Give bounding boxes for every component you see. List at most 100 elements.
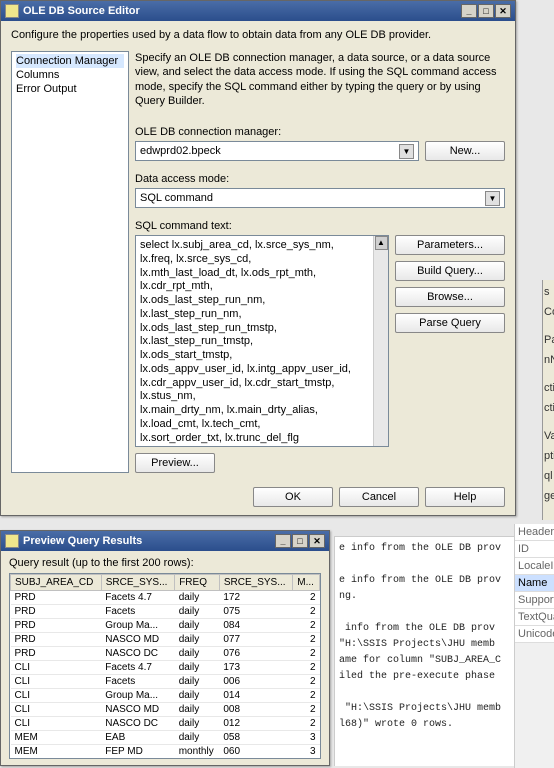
nav-connection-manager[interactable]: Connection Manager bbox=[16, 54, 124, 68]
column-header[interactable]: SRCE_SYS... bbox=[101, 575, 174, 591]
cell: NASCO MD bbox=[101, 703, 174, 717]
nav-columns[interactable]: Columns bbox=[16, 68, 124, 82]
table-row[interactable]: MEMFEP MDmonthly0603 bbox=[11, 745, 320, 759]
cell: 084 bbox=[219, 619, 292, 633]
new-button[interactable]: New... bbox=[425, 141, 505, 161]
maximize-button[interactable]: □ bbox=[292, 534, 308, 548]
parse-query-button[interactable]: Parse Query bbox=[395, 313, 505, 333]
ole-db-source-editor-window: OLE DB Source Editor _ □ ✕ Configure the… bbox=[0, 0, 516, 516]
cell: 2 bbox=[293, 591, 320, 605]
table-row[interactable]: CLINASCO DCdaily0122 bbox=[11, 717, 320, 731]
properties-panel: HeaderRIDLocaleIDNameSupportsTextQuaUnic… bbox=[514, 524, 554, 768]
cell: daily bbox=[175, 703, 220, 717]
vertical-scrollbar[interactable]: ▲ bbox=[373, 236, 388, 446]
parameters-button[interactable]: Parameters... bbox=[395, 235, 505, 255]
minimize-button[interactable]: _ bbox=[461, 4, 477, 18]
cell: PRD bbox=[11, 619, 102, 633]
minimize-button[interactable]: _ bbox=[275, 534, 291, 548]
cell: Facets bbox=[101, 675, 174, 689]
preview-button[interactable]: Preview... bbox=[135, 453, 215, 473]
cell: EAB bbox=[101, 731, 174, 745]
property-row[interactable]: Unicode bbox=[515, 626, 554, 643]
chevron-down-icon[interactable]: ▼ bbox=[399, 144, 414, 159]
property-row[interactable]: Name bbox=[515, 575, 554, 592]
cell: 063 bbox=[219, 759, 292, 760]
property-row[interactable]: LocaleID bbox=[515, 558, 554, 575]
conn-manager-combo[interactable]: edwprd02.bpeck ▼ bbox=[135, 141, 419, 161]
results-grid[interactable]: SUBJ_AREA_CDSRCE_SYS...FREQSRCE_SYS...M.… bbox=[9, 573, 321, 759]
conn-manager-value: edwprd02.bpeck bbox=[140, 145, 399, 157]
cell: daily bbox=[175, 633, 220, 647]
titlebar[interactable]: Preview Query Results _ □ ✕ bbox=[1, 531, 329, 551]
cell: MEM bbox=[11, 731, 102, 745]
table-row[interactable]: PRDNASCO DCdaily0762 bbox=[11, 647, 320, 661]
column-header[interactable]: SRCE_SYS... bbox=[219, 575, 292, 591]
results-table: SUBJ_AREA_CDSRCE_SYS...FREQSRCE_SYS...M.… bbox=[10, 574, 320, 759]
cell: CLI bbox=[11, 689, 102, 703]
table-row[interactable]: MEMEABdaily0583 bbox=[11, 731, 320, 745]
property-row[interactable]: HeaderR bbox=[515, 524, 554, 541]
cell: Facets 4.7 bbox=[101, 661, 174, 675]
app-icon bbox=[5, 4, 19, 18]
ok-button[interactable]: OK bbox=[253, 487, 333, 507]
cell: FEP MD bbox=[101, 745, 174, 759]
table-row[interactable]: PRDNASCO MDdaily0772 bbox=[11, 633, 320, 647]
cell: daily bbox=[175, 717, 220, 731]
cell: PRD bbox=[11, 605, 102, 619]
property-row[interactable]: ID bbox=[515, 541, 554, 558]
column-header[interactable]: M... bbox=[293, 575, 320, 591]
preview-query-results-window: Preview Query Results _ □ ✕ Query result… bbox=[0, 530, 330, 766]
table-row[interactable]: PRDFacets 4.7daily1722 bbox=[11, 591, 320, 605]
cell: 173 bbox=[219, 661, 292, 675]
cancel-button[interactable]: Cancel bbox=[339, 487, 419, 507]
cell: 2 bbox=[293, 605, 320, 619]
cell: daily bbox=[175, 619, 220, 633]
table-row[interactable]: PRDGroup Ma...daily0842 bbox=[11, 619, 320, 633]
scroll-up-icon[interactable]: ▲ bbox=[375, 236, 388, 250]
browse-button[interactable]: Browse... bbox=[395, 287, 505, 307]
cell: CLI bbox=[11, 661, 102, 675]
column-header[interactable]: FREQ bbox=[175, 575, 220, 591]
cell: 075 bbox=[219, 605, 292, 619]
preview-rows-label: Query result (up to the first 200 rows): bbox=[9, 557, 321, 569]
cell: Facets bbox=[101, 605, 174, 619]
table-row[interactable]: CLINASCO MDdaily0082 bbox=[11, 703, 320, 717]
sql-command-textarea[interactable]: select lx.subj_area_cd, lx.srce_sys_nm, … bbox=[135, 235, 389, 447]
property-row[interactable]: Supports bbox=[515, 592, 554, 609]
cell: 014 bbox=[219, 689, 292, 703]
description-text: Specify an OLE DB connection manager, a … bbox=[135, 51, 505, 108]
cell: monthly bbox=[175, 745, 220, 759]
table-row[interactable]: CLIGroup Ma...daily0142 bbox=[11, 689, 320, 703]
column-header[interactable]: SUBJ_AREA_CD bbox=[11, 575, 102, 591]
cell: 006 bbox=[219, 675, 292, 689]
cell: daily bbox=[175, 605, 220, 619]
nav-error-output[interactable]: Error Output bbox=[16, 82, 124, 96]
cell: 2 bbox=[293, 619, 320, 633]
close-button[interactable]: ✕ bbox=[309, 534, 325, 548]
access-mode-combo[interactable]: SQL command ▼ bbox=[135, 188, 505, 208]
sql-content: select lx.subj_area_cd, lx.srce_sys_nm, … bbox=[140, 239, 384, 447]
cell: NASCO DC bbox=[101, 717, 174, 731]
table-row[interactable]: MEMFEP DCmonthly0633 bbox=[11, 759, 320, 760]
cell: daily bbox=[175, 647, 220, 661]
cell: 3 bbox=[293, 731, 320, 745]
cell: CLI bbox=[11, 717, 102, 731]
maximize-button[interactable]: □ bbox=[478, 4, 494, 18]
cell: 077 bbox=[219, 633, 292, 647]
cell: 2 bbox=[293, 703, 320, 717]
table-row[interactable]: CLIFacets 4.7daily1732 bbox=[11, 661, 320, 675]
build-query-button[interactable]: Build Query... bbox=[395, 261, 505, 281]
chevron-down-icon[interactable]: ▼ bbox=[485, 191, 500, 206]
table-row[interactable]: CLIFacetsdaily0062 bbox=[11, 675, 320, 689]
cell: 2 bbox=[293, 689, 320, 703]
titlebar[interactable]: OLE DB Source Editor _ □ ✕ bbox=[1, 1, 515, 21]
cell: NASCO MD bbox=[101, 633, 174, 647]
close-button[interactable]: ✕ bbox=[495, 4, 511, 18]
cell: 172 bbox=[219, 591, 292, 605]
help-button[interactable]: Help bbox=[425, 487, 505, 507]
cell: daily bbox=[175, 731, 220, 745]
cell: daily bbox=[175, 591, 220, 605]
page-nav-list[interactable]: Connection Manager Columns Error Output bbox=[11, 51, 129, 473]
property-row[interactable]: TextQua bbox=[515, 609, 554, 626]
table-row[interactable]: PRDFacetsdaily0752 bbox=[11, 605, 320, 619]
